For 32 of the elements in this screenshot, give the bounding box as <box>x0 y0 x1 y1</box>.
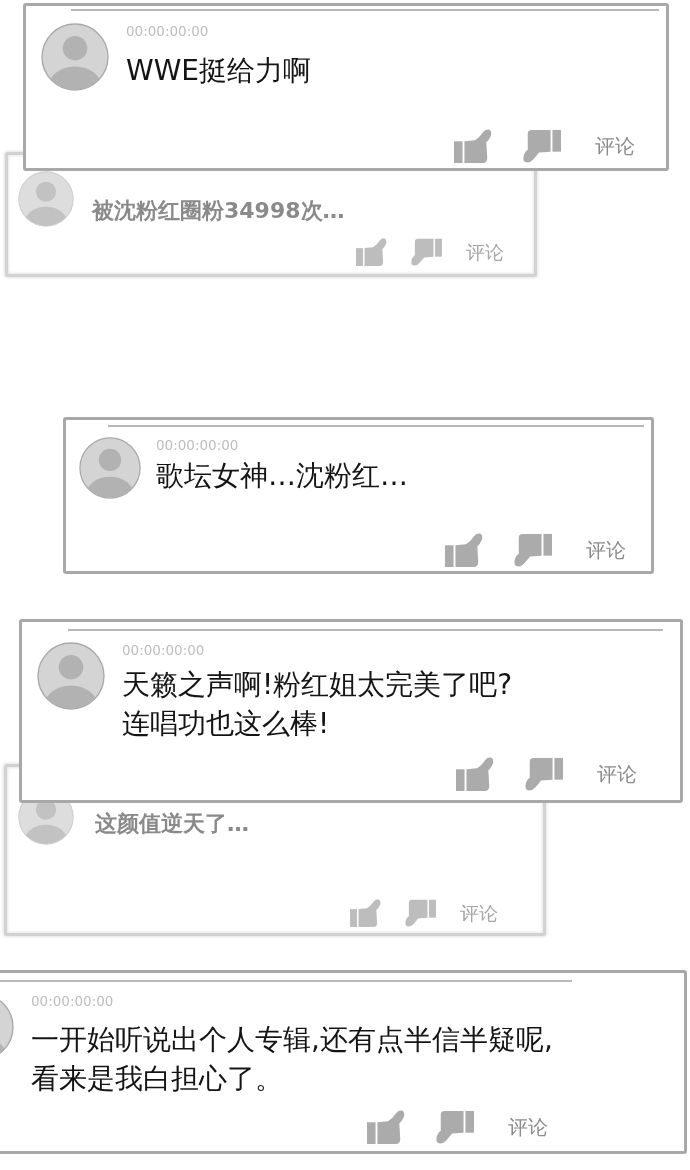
comment-button[interactable]: 评论 <box>466 240 504 264</box>
thumbs-up-icon[interactable] <box>356 238 387 266</box>
comment-text: WWE挺给力啊 <box>126 53 312 89</box>
comment-button[interactable]: 评论 <box>508 1115 548 1139</box>
thumbs-down-icon[interactable] <box>514 533 552 567</box>
comment-text: 天籁之声啊!粉红姐太完美了吧? 连唱功也这么棒! <box>122 667 513 742</box>
comment-button[interactable]: 评论 <box>595 134 635 158</box>
timestamp: 00:00:00:00 <box>31 993 114 1009</box>
comment-text: 一开始听说出个人专辑,还有点半信半疑呢, 看来是我白担心了。 <box>31 1022 553 1097</box>
timestamp: 00:00:00:00 <box>156 437 239 453</box>
thumbs-down-icon[interactable] <box>436 1110 474 1144</box>
comment-button[interactable]: 评论 <box>586 538 626 562</box>
timestamp: 00:00:00:00 <box>122 642 205 658</box>
thumbs-up-icon[interactable] <box>456 757 494 791</box>
thumbs-up-icon[interactable] <box>350 899 381 927</box>
thumbs-down-icon[interactable] <box>411 238 442 266</box>
thumbs-down-icon[interactable] <box>405 899 436 927</box>
comment-button[interactable]: 评论 <box>597 762 637 786</box>
timestamp: 00:00:00:00 <box>126 23 209 39</box>
avatar-icon <box>79 437 141 499</box>
comment-text: 被沈粉红圈粉34998次… <box>92 197 345 225</box>
thumbs-down-icon[interactable] <box>525 757 563 791</box>
thumbs-up-icon[interactable] <box>454 129 492 163</box>
avatar-icon <box>37 642 105 710</box>
thumbs-up-icon[interactable] <box>367 1110 405 1144</box>
avatar-icon <box>41 23 109 91</box>
comment-text: 歌坛女神…沈粉红… <box>156 458 408 494</box>
avatar-icon <box>18 171 74 227</box>
comment-button[interactable]: 评论 <box>460 901 498 925</box>
thumbs-up-icon[interactable] <box>445 533 483 567</box>
thumbs-down-icon[interactable] <box>523 129 561 163</box>
comment-text: 这颜值逆天了… <box>95 810 249 838</box>
